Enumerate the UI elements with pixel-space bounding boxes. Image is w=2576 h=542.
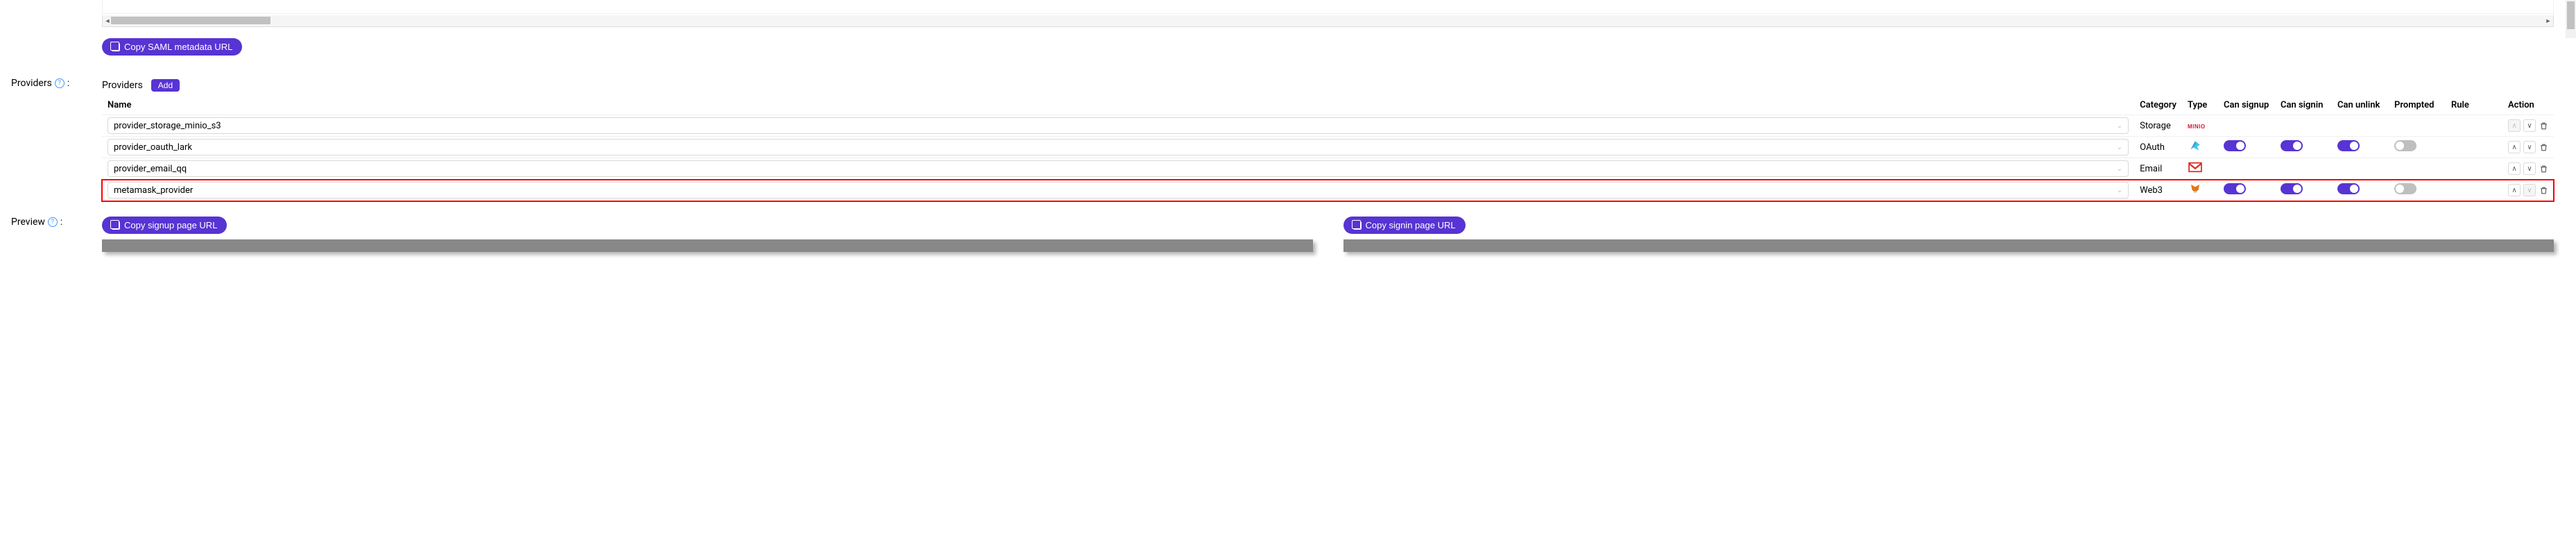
chevron-down-icon: ⌄ bbox=[2117, 122, 2122, 130]
add-provider-button[interactable]: Add bbox=[151, 79, 180, 92]
can-unlink-toggle[interactable] bbox=[2337, 140, 2360, 151]
page-scrollbar[interactable] bbox=[2566, 0, 2576, 38]
th-prompted: Prompted bbox=[2389, 96, 2446, 115]
copy-icon bbox=[112, 221, 120, 230]
signup-preview-pane bbox=[102, 239, 1313, 252]
move-up-button[interactable]: ∧ bbox=[2508, 141, 2521, 153]
copy-saml-label: Copy SAML metadata URL bbox=[124, 42, 232, 52]
delete-button[interactable] bbox=[2539, 121, 2548, 130]
table-row: provider_storage_minio_s3⌄ Storage MINIO ∧∨ bbox=[102, 115, 2554, 137]
category-cell: Web3 bbox=[2134, 180, 2182, 201]
can-signup-toggle[interactable] bbox=[2224, 183, 2246, 194]
help-icon[interactable]: ? bbox=[55, 78, 65, 88]
move-down-button[interactable]: ∨ bbox=[2523, 162, 2536, 175]
delete-button[interactable] bbox=[2539, 142, 2548, 152]
move-down-button[interactable]: ∨ bbox=[2523, 141, 2536, 153]
rule-cell bbox=[2446, 180, 2502, 201]
providers-side-label: Providers ? : bbox=[11, 78, 102, 89]
copy-signin-button[interactable]: Copy signin page URL bbox=[1343, 217, 1466, 234]
copy-icon bbox=[1353, 221, 1362, 230]
move-down-button[interactable]: ∨ bbox=[2523, 119, 2536, 132]
table-row: provider_oauth_lark⌄ OAuth ∧∨ bbox=[102, 137, 2554, 158]
category-cell: Email bbox=[2134, 158, 2182, 180]
move-up-button[interactable]: ∧ bbox=[2508, 184, 2521, 196]
th-name: Name bbox=[102, 96, 2134, 115]
prompted-toggle[interactable] bbox=[2394, 140, 2416, 151]
can-signup-toggle[interactable] bbox=[2224, 140, 2246, 151]
horizontal-scrollbar[interactable]: ◄ ► bbox=[102, 15, 2554, 27]
table-row: provider_email_qq⌄ Email ∧∨ bbox=[102, 158, 2554, 180]
metamask-icon bbox=[2188, 183, 2203, 194]
category-cell: Storage bbox=[2134, 115, 2182, 137]
prompted-toggle[interactable] bbox=[2394, 183, 2416, 194]
rule-cell bbox=[2446, 137, 2502, 158]
copy-signin-label: Copy signin page URL bbox=[1366, 220, 1456, 230]
can-signin-toggle[interactable] bbox=[2281, 183, 2303, 194]
table-row: metamask_provider⌄ Web3 ∧∨ bbox=[102, 180, 2554, 201]
chevron-down-icon: ⌄ bbox=[2117, 144, 2122, 151]
can-signin-toggle[interactable] bbox=[2281, 140, 2303, 151]
chevron-down-icon: ⌄ bbox=[2117, 165, 2122, 173]
lark-icon bbox=[2188, 140, 2203, 151]
th-can-signup: Can signup bbox=[2218, 96, 2275, 115]
providers-table: Name Category Type Can signup Can signin… bbox=[102, 96, 2554, 201]
move-up-button: ∧ bbox=[2508, 119, 2521, 132]
copy-signup-button[interactable]: Copy signup page URL bbox=[102, 217, 227, 234]
signin-preview-pane bbox=[1343, 239, 2554, 252]
provider-name-select[interactable]: provider_storage_minio_s3⌄ bbox=[108, 117, 2129, 134]
category-cell: OAuth bbox=[2134, 137, 2182, 158]
provider-name-select[interactable]: provider_oauth_lark⌄ bbox=[108, 139, 2129, 155]
chevron-down-icon: ⌄ bbox=[2117, 187, 2122, 194]
can-unlink-toggle[interactable] bbox=[2337, 183, 2360, 194]
copy-icon bbox=[112, 43, 120, 51]
gmail-icon bbox=[2188, 162, 2203, 173]
th-rule: Rule bbox=[2446, 96, 2502, 115]
copy-signup-label: Copy signup page URL bbox=[124, 220, 217, 230]
provider-name-select[interactable]: provider_email_qq⌄ bbox=[108, 160, 2129, 177]
th-action: Action bbox=[2502, 96, 2554, 115]
providers-heading: Providers bbox=[102, 80, 143, 91]
code-preview-area bbox=[102, 0, 2554, 14]
rule-cell bbox=[2446, 115, 2502, 137]
provider-name-select[interactable]: metamask_provider⌄ bbox=[108, 182, 2129, 198]
th-can-signin: Can signin bbox=[2275, 96, 2332, 115]
copy-saml-button[interactable]: Copy SAML metadata URL bbox=[102, 38, 242, 56]
minio-icon: MINIO bbox=[2188, 124, 2206, 130]
delete-button[interactable] bbox=[2539, 164, 2548, 173]
preview-side-label: Preview ? : bbox=[11, 217, 102, 228]
move-down-button: ∨ bbox=[2523, 184, 2536, 196]
delete-button[interactable] bbox=[2539, 185, 2548, 195]
th-can-unlink: Can unlink bbox=[2332, 96, 2389, 115]
th-type: Type bbox=[2182, 96, 2218, 115]
th-category: Category bbox=[2134, 96, 2182, 115]
move-up-button[interactable]: ∧ bbox=[2508, 162, 2521, 175]
help-icon[interactable]: ? bbox=[48, 217, 58, 227]
rule-cell bbox=[2446, 158, 2502, 180]
